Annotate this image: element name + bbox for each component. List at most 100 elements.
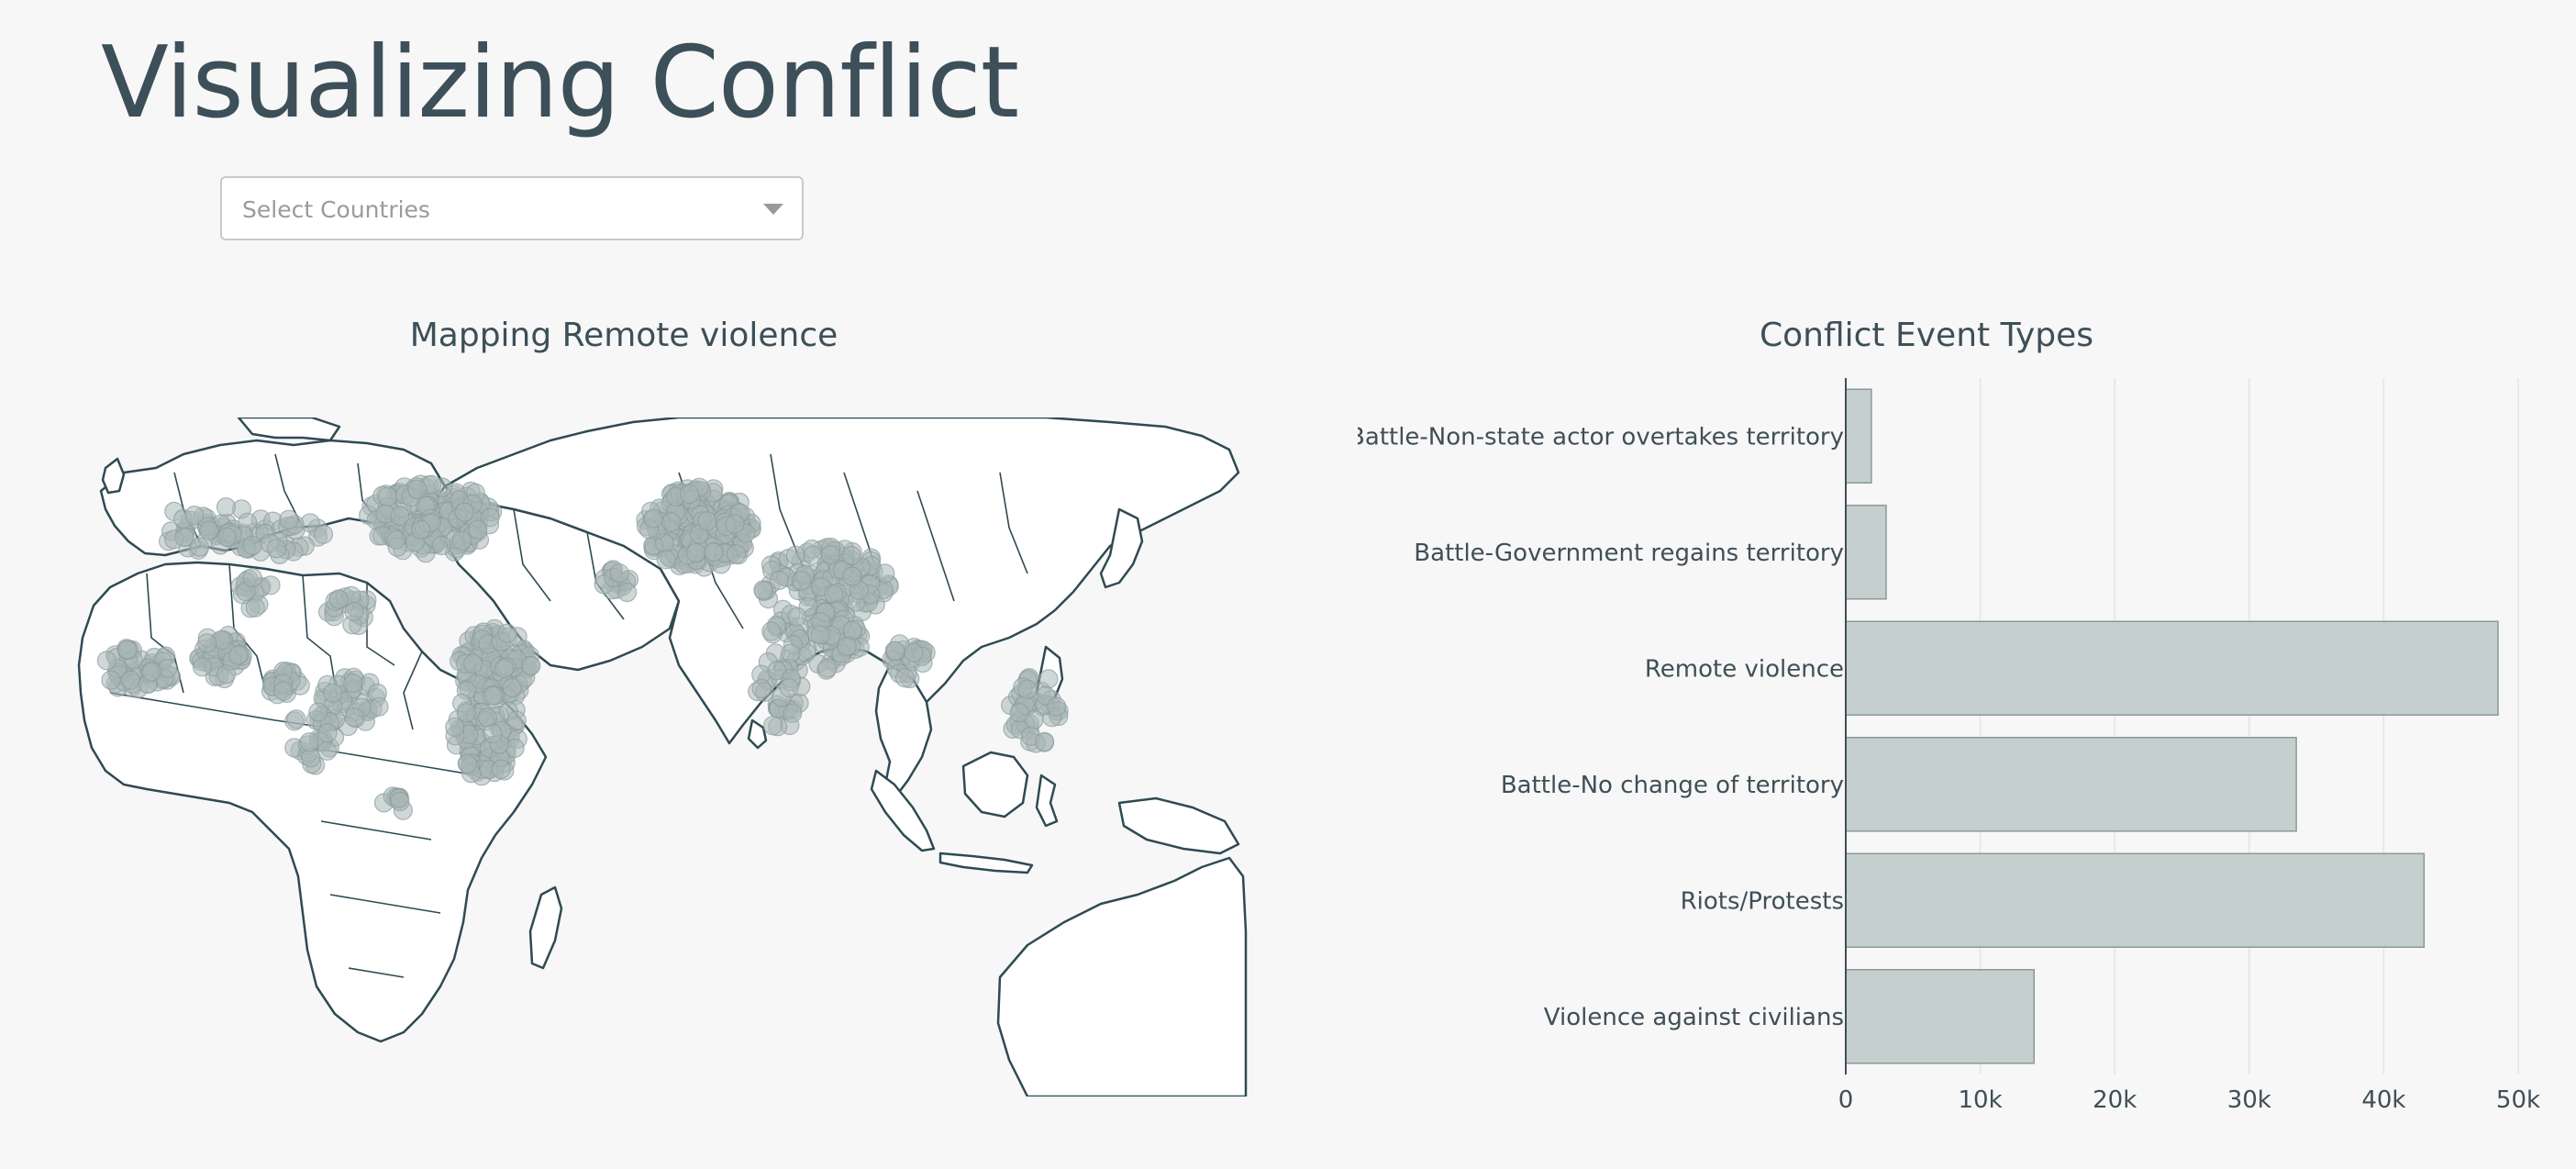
map-event-marker[interactable] [390,506,410,526]
map-event-marker[interactable] [656,550,676,570]
map-event-marker[interactable] [762,716,783,736]
map-event-marker[interactable] [894,668,915,688]
map-event-marker[interactable] [497,623,517,643]
map-event-marker[interactable] [158,658,178,678]
map-event-marker[interactable] [120,670,140,690]
map-event-marker[interactable] [1038,669,1059,689]
bar-remote-violence[interactable] [1845,620,2499,716]
map-event-marker[interactable] [837,636,857,656]
map-event-marker[interactable] [483,724,503,744]
map-event-marker[interactable] [242,535,262,556]
map-event-marker[interactable] [344,707,364,728]
map-event-marker[interactable] [197,633,217,653]
map-event-marker[interactable] [245,597,265,618]
map-event-marker[interactable] [817,658,838,678]
map-event-marker[interactable] [328,589,349,609]
map-event-marker[interactable] [431,535,451,556]
map-event-marker[interactable] [463,653,483,674]
map-event-marker[interactable] [279,509,299,529]
map-event-marker[interactable] [344,601,364,621]
map-event-marker[interactable] [725,514,745,534]
map-event-marker[interactable] [506,710,527,730]
map-event-marker[interactable] [785,545,805,565]
map-event-marker[interactable] [468,519,488,540]
map-event-marker[interactable] [451,530,472,551]
map-event-marker[interactable] [299,732,319,752]
map-event-marker[interactable] [189,537,210,557]
bar-battle-government-regains-territory[interactable] [1845,505,1887,600]
map-event-marker[interactable] [904,642,924,662]
map-event-marker[interactable] [810,625,830,645]
map-event-marker[interactable] [779,678,799,698]
map-event-marker[interactable] [217,527,237,547]
map-event-marker[interactable] [317,723,338,743]
map-event-marker[interactable] [1034,731,1055,752]
map-event-marker[interactable] [1009,703,1029,723]
map-event-marker[interactable] [141,662,161,682]
map-event-marker[interactable] [704,542,724,562]
map-event-marker[interactable] [445,717,465,737]
map-event-marker[interactable] [369,696,389,717]
map-event-marker[interactable] [885,640,905,662]
map-event-marker[interactable] [458,753,478,774]
map-event-marker[interactable] [502,677,522,698]
map-event-marker[interactable] [726,544,747,564]
bar-battle-non-state-actor-overtakes-territory[interactable] [1845,388,1872,484]
map-event-marker[interactable] [761,621,782,641]
map-event-marker[interactable] [820,544,841,565]
map-event-marker[interactable] [685,542,706,562]
map-event-marker[interactable] [228,645,249,665]
map-event-marker[interactable] [1017,679,1038,699]
map-event-marker[interactable] [616,582,638,603]
map-event-marker[interactable] [266,539,286,559]
map-event-marker[interactable] [261,575,281,596]
map-event-marker[interactable] [609,563,629,584]
country-select-dropdown[interactable]: Select Countries [220,176,804,240]
chevron-down-icon[interactable] [763,204,783,215]
map-event-marker[interactable] [217,664,237,685]
bar-riots-protests[interactable] [1845,852,2426,948]
map-event-marker[interactable] [751,678,772,698]
map-event-marker[interactable] [643,508,664,529]
map-event-marker[interactable] [454,502,474,522]
map-event-marker[interactable] [101,670,121,690]
map-event-marker[interactable] [411,519,431,540]
map-event-marker[interactable] [184,505,205,526]
map-event-marker[interactable] [494,659,515,679]
map-event-marker[interactable] [117,640,138,660]
map-event-marker[interactable] [242,568,262,588]
event-type-bar-chart[interactable]: Battle-Non-state actor overtakes territo… [1358,367,2569,1119]
map-event-marker[interactable] [216,496,237,518]
map-event-marker[interactable] [313,524,334,544]
map-event-marker[interactable] [521,656,541,676]
map-event-marker[interactable] [317,740,338,761]
map-event-marker[interactable] [323,683,343,703]
map-event-marker[interactable] [769,570,790,590]
map-event-marker[interactable] [483,685,503,706]
map-event-marker[interactable] [787,607,807,627]
map-event-marker[interactable] [199,520,219,540]
map-event-marker[interactable] [679,484,700,505]
map-event-marker[interactable] [1047,696,1067,717]
map-event-marker[interactable] [407,479,427,499]
map-event-marker[interactable] [661,512,682,532]
map-event-marker[interactable] [386,529,406,550]
bar-battle-no-change-of-territory[interactable] [1845,737,2297,832]
map-event-marker[interactable] [96,651,117,671]
map-event-marker[interactable] [477,707,497,728]
map-event-marker[interactable] [286,709,306,729]
bar-violence-against-civilians[interactable] [1845,969,2035,1064]
map-event-marker[interactable] [841,545,861,566]
map-event-marker[interactable] [308,702,328,722]
map-event-marker[interactable] [491,759,511,779]
map-event-marker[interactable] [377,486,397,507]
map-event-marker[interactable] [273,681,294,701]
map-event-marker[interactable] [390,791,410,812]
map-event-marker[interactable] [792,571,812,591]
map-event-marker[interactable] [753,580,773,600]
map-event-marker[interactable] [343,674,363,694]
map-event-marker[interactable] [842,566,862,586]
map-event-marker[interactable] [192,657,213,677]
conflict-map[interactable] [37,418,1248,1097]
map-event-marker[interactable] [697,511,717,531]
